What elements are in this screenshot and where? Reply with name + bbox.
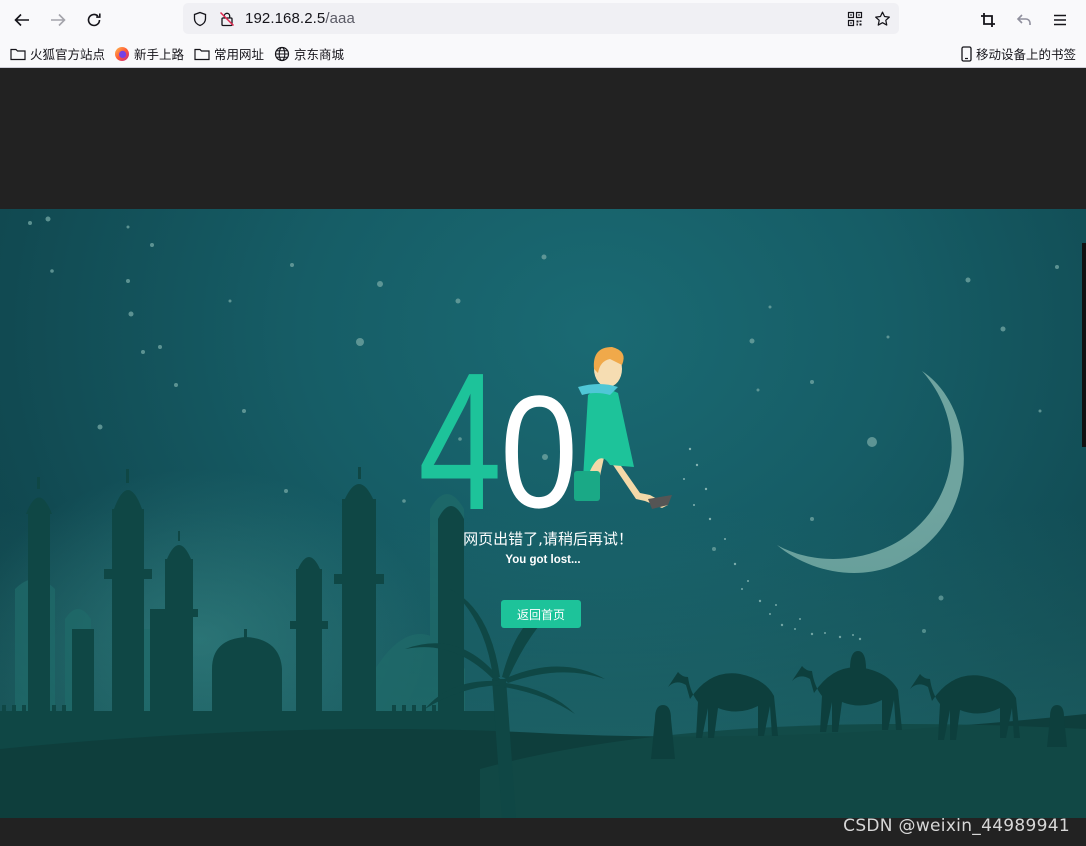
bookmarks-bar: 火狐官方站点 新手上路 常用网址 京东商城 移动设备上的书签 (0, 38, 1086, 68)
firefox-icon (114, 46, 130, 62)
error-404-scene: 4 0 网页出错了,请稍后再试！ You got lost... 返回首页 (0, 209, 1086, 818)
browser-toolbar: 192.168.2.5/aaa (0, 0, 1086, 38)
lost-character-illustration (574, 347, 672, 509)
crop-icon (981, 13, 995, 27)
hamburger-menu-icon (1054, 14, 1066, 26)
folder-icon (10, 46, 26, 62)
undo-icon (1016, 14, 1031, 25)
url-host: 192.168.2.5 (245, 10, 326, 27)
arrow-left-icon (14, 13, 29, 27)
error-message-cn: 网页出错了,请稍后再试！ (463, 530, 633, 548)
bookmark-item[interactable]: 火狐官方站点 (10, 44, 105, 63)
bookmark-label: 京东商城 (294, 48, 345, 62)
digit-zero: 0 (500, 362, 578, 541)
csdn-watermark: CSDN @weixin_44989941 (843, 816, 1070, 836)
back-to-home-button[interactable]: 返回首页 (501, 600, 581, 628)
folder-icon (194, 46, 210, 62)
error-message-en: You got lost... (505, 554, 581, 566)
bookmark-item[interactable]: 常用网址 (194, 44, 264, 63)
page-header-area (0, 68, 1086, 209)
qr-code-icon[interactable] (846, 10, 863, 27)
bookmark-item[interactable]: 新手上路 (114, 44, 184, 63)
digit-four: 4 (418, 332, 502, 551)
url-text[interactable]: 192.168.2.5/aaa (245, 10, 355, 27)
forward-button[interactable] (45, 7, 71, 33)
bookmark-label: 新手上路 (134, 48, 185, 62)
bookmark-item[interactable]: 京东商城 (274, 44, 344, 63)
star-bookmark-icon[interactable] (874, 10, 891, 27)
reload-icon (87, 13, 101, 27)
back-button[interactable] (9, 7, 35, 33)
bookmark-label: 常用网址 (214, 48, 265, 62)
menu-button[interactable] (1047, 7, 1073, 33)
mobile-bookmarks[interactable]: 移动设备上的书签 (960, 44, 1076, 63)
globe-icon (274, 46, 290, 62)
scrollbar-edge[interactable] (1082, 243, 1086, 447)
screenshot-button[interactable] (975, 7, 1001, 33)
reload-button[interactable] (81, 7, 107, 33)
undo-button[interactable] (1011, 7, 1037, 33)
url-path: /aaa (325, 10, 355, 27)
insecure-lock-icon[interactable] (218, 10, 235, 27)
arrow-right-icon (51, 13, 66, 27)
night-desert-illustration: 4 0 (0, 216, 1086, 818)
mobile-device-icon (960, 45, 972, 62)
shield-icon[interactable] (191, 10, 208, 27)
mobile-bookmarks-label: 移动设备上的书签 (976, 48, 1077, 62)
bookmark-label: 火狐官方站点 (30, 48, 106, 62)
address-bar[interactable]: 192.168.2.5/aaa (183, 3, 899, 34)
